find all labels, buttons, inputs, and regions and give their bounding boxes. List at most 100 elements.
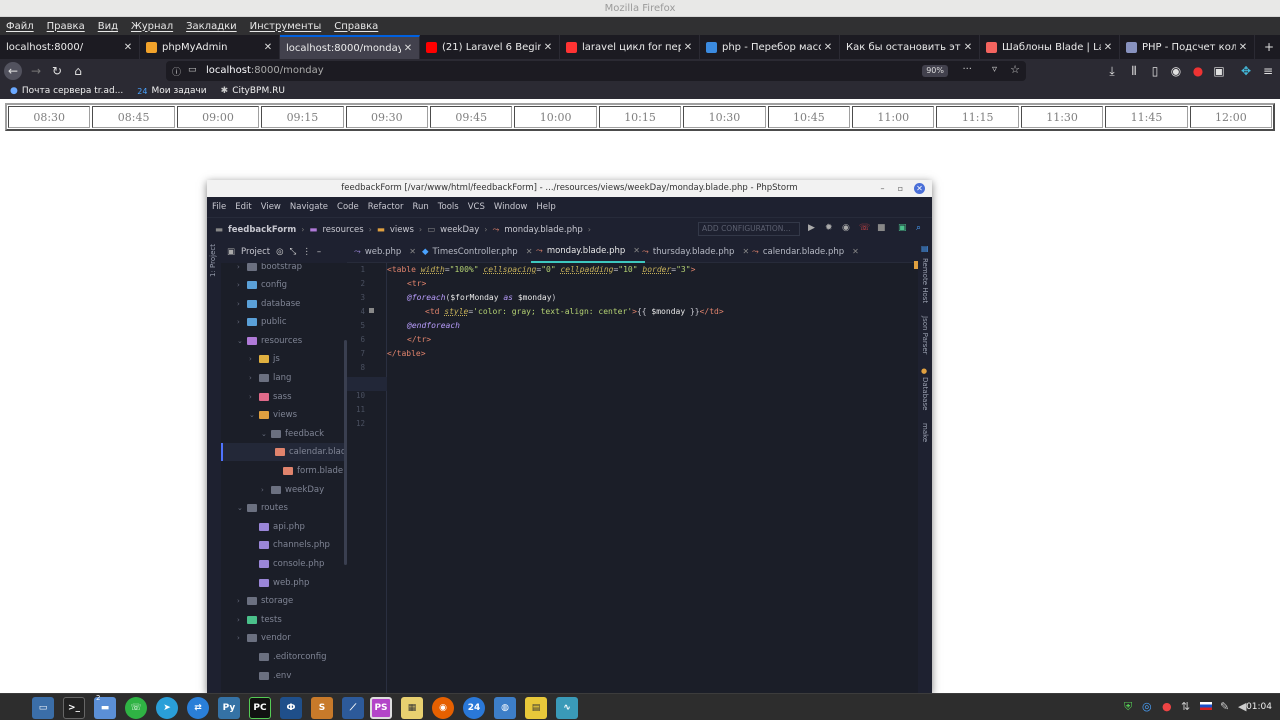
notes-icon[interactable]: ▤	[525, 697, 547, 719]
home-icon[interactable]: ⌂	[69, 62, 87, 80]
hamburger-menu-icon[interactable]: ≡	[1259, 62, 1277, 80]
browser-tab[interactable]: phpMyAdmin ✕	[140, 35, 280, 59]
pen-icon[interactable]: ✎	[1220, 700, 1229, 713]
browser-tab-active[interactable]: localhost:8000/monday ✕	[280, 35, 420, 59]
maximize-icon[interactable]: ▫	[895, 183, 906, 194]
ide-menu-file[interactable]: File	[212, 202, 226, 212]
new-tab-icon[interactable]: +	[1260, 38, 1278, 56]
make-tool[interactable]: make	[921, 423, 929, 442]
pocket-icon[interactable]: ▿	[992, 64, 997, 75]
tree-node[interactable]: .env	[249, 667, 291, 685]
clock[interactable]: 01:04	[1246, 694, 1272, 721]
breakpoint-marker[interactable]	[369, 308, 374, 313]
monitor-icon[interactable]: ∿	[556, 697, 578, 719]
menu-history[interactable]: Журнал	[131, 21, 173, 32]
browser-tab[interactable]: php - Перебор массива✕	[700, 35, 840, 59]
back-icon[interactable]: ←	[4, 62, 22, 80]
ide-menu-edit[interactable]: Edit	[235, 202, 251, 212]
tree-node[interactable]: console.php	[249, 555, 324, 573]
zoom-indicator[interactable]: 90%	[922, 65, 948, 77]
crumb-weekday[interactable]: weekDay	[440, 225, 479, 235]
terminal-icon[interactable]: ▣	[898, 223, 907, 233]
tree-node[interactable]: › storage	[237, 592, 293, 610]
bookmark-star-icon[interactable]: ☆	[1010, 63, 1020, 76]
browser-tab[interactable]: PHP - Подсчет количества✕	[1120, 35, 1255, 59]
close-icon[interactable]: ✕	[541, 42, 555, 53]
project-tool-label[interactable]: 1: Project	[209, 244, 217, 277]
sidebar-icon[interactable]: ▯	[1146, 62, 1164, 80]
ide-menu-refactor[interactable]: Refactor	[368, 202, 404, 212]
hide-icon[interactable]: –	[317, 247, 321, 257]
close-icon[interactable]: ✕	[1236, 42, 1250, 53]
vm-icon[interactable]: ◍	[494, 697, 516, 719]
tree-node[interactable]: › js	[249, 350, 280, 368]
crumb-views[interactable]: views	[390, 225, 414, 235]
close-icon[interactable]: ✕	[914, 183, 925, 194]
bookmark-mail[interactable]: ● Почта сервера tr.ad...	[10, 86, 123, 96]
add-configuration-button[interactable]: ADD CONFIGURATION...	[698, 222, 800, 236]
editor-tab[interactable]: ◆ TimesController.php ✕	[417, 240, 537, 263]
account-icon[interactable]: ◉	[1167, 62, 1185, 80]
tree-node[interactable]: › vendor	[237, 629, 291, 647]
tree-node[interactable]: › public	[237, 313, 287, 331]
notification-icon[interactable]: ●	[1162, 700, 1172, 713]
telegram-icon[interactable]: ➤	[156, 697, 178, 719]
menu-file[interactable]: Файл	[6, 21, 34, 32]
menu-view[interactable]: Вид	[98, 21, 118, 32]
page-actions-icon[interactable]: ···	[962, 64, 972, 75]
close-icon[interactable]: ✕	[961, 42, 975, 53]
json-parser-tool[interactable]: Json Parser	[921, 316, 929, 355]
crumb-project[interactable]: feedbackForm	[228, 225, 296, 235]
tree-node[interactable]: › bootstrap	[237, 263, 302, 276]
skype-icon[interactable]: ◎	[1142, 700, 1152, 713]
sublime-icon[interactable]: S	[311, 697, 333, 719]
project-label[interactable]: Project	[241, 247, 270, 257]
ide-menu-navigate[interactable]: Navigate	[290, 202, 328, 212]
ide-menu-help[interactable]: Help	[536, 202, 555, 212]
teamviewer-icon[interactable]: ⇄	[187, 697, 209, 719]
forward-icon[interactable]: →	[27, 62, 45, 80]
calendar-app-icon[interactable]: 24	[463, 697, 485, 719]
downloads-icon[interactable]: ⤓	[1103, 62, 1121, 80]
tree-node[interactable]: › sass	[249, 388, 292, 406]
image-editor-icon[interactable]: ▦	[401, 697, 423, 719]
close-icon[interactable]: ✕	[1101, 42, 1115, 53]
listen-debug-icon[interactable]: ☏	[859, 223, 870, 233]
stop-icon[interactable]: ■	[877, 223, 886, 233]
tree-node[interactable]: ⌄ routes	[237, 499, 288, 517]
extensions-icon[interactable]: ✥	[1237, 62, 1255, 80]
tree-node[interactable]: › tests	[237, 611, 282, 629]
debug-icon[interactable]: ✹	[825, 223, 833, 233]
close-icon[interactable]: ✕	[681, 42, 695, 53]
close-icon[interactable]: ✕	[852, 247, 859, 256]
desktop-icon[interactable]: ▭	[32, 697, 54, 719]
coverage-icon[interactable]: ◉	[842, 223, 850, 233]
tree-node[interactable]: › weekDay	[261, 481, 324, 499]
url-bar[interactable]: ⓘ ▭ localhost:8000/monday 90% ··· ▿ ☆	[166, 61, 1026, 81]
collapse-icon[interactable]: ⤡	[290, 247, 297, 257]
close-icon[interactable]: ✕	[409, 247, 416, 256]
editor-tab-active[interactable]: ⤳ monday.blade.php ✕	[531, 240, 645, 263]
browser-tab[interactable]: laravel цикл for перенос✕	[560, 35, 700, 59]
tree-node[interactable]: web.php	[249, 574, 309, 592]
shield-icon[interactable]: ⛨	[1124, 700, 1132, 714]
browser-tab[interactable]: Шаблоны Blade | Laravel✕	[980, 35, 1120, 59]
ide-menu-code[interactable]: Code	[337, 202, 359, 212]
options-icon[interactable]: ⋮	[302, 247, 311, 257]
editor-tab[interactable]: ⤳ calendar.blade.php ✕	[747, 240, 864, 263]
tree-node[interactable]: ⌄ resources	[237, 332, 302, 350]
menu-bookmarks[interactable]: Закладки	[186, 21, 237, 32]
bookmark-tasks[interactable]: 24 Мои задачи	[137, 86, 206, 96]
tree-node[interactable]: › database	[237, 295, 300, 313]
close-icon[interactable]: ✕	[121, 42, 135, 53]
whatsapp-icon[interactable]: ☏	[125, 697, 147, 719]
extension-icon[interactable]: ●	[1189, 62, 1207, 80]
app-icon[interactable]: Ф	[280, 697, 302, 719]
database-tool[interactable]: Database	[921, 377, 929, 410]
tree-node[interactable]: .editorconfig	[249, 648, 327, 666]
menu-help[interactable]: Справка	[334, 21, 378, 32]
locate-icon[interactable]: ◎	[276, 247, 283, 257]
tree-node[interactable]: › lang	[249, 369, 291, 387]
menu-tools[interactable]: Инструменты	[250, 21, 322, 32]
ide-menu-vcs[interactable]: VCS	[468, 202, 485, 212]
